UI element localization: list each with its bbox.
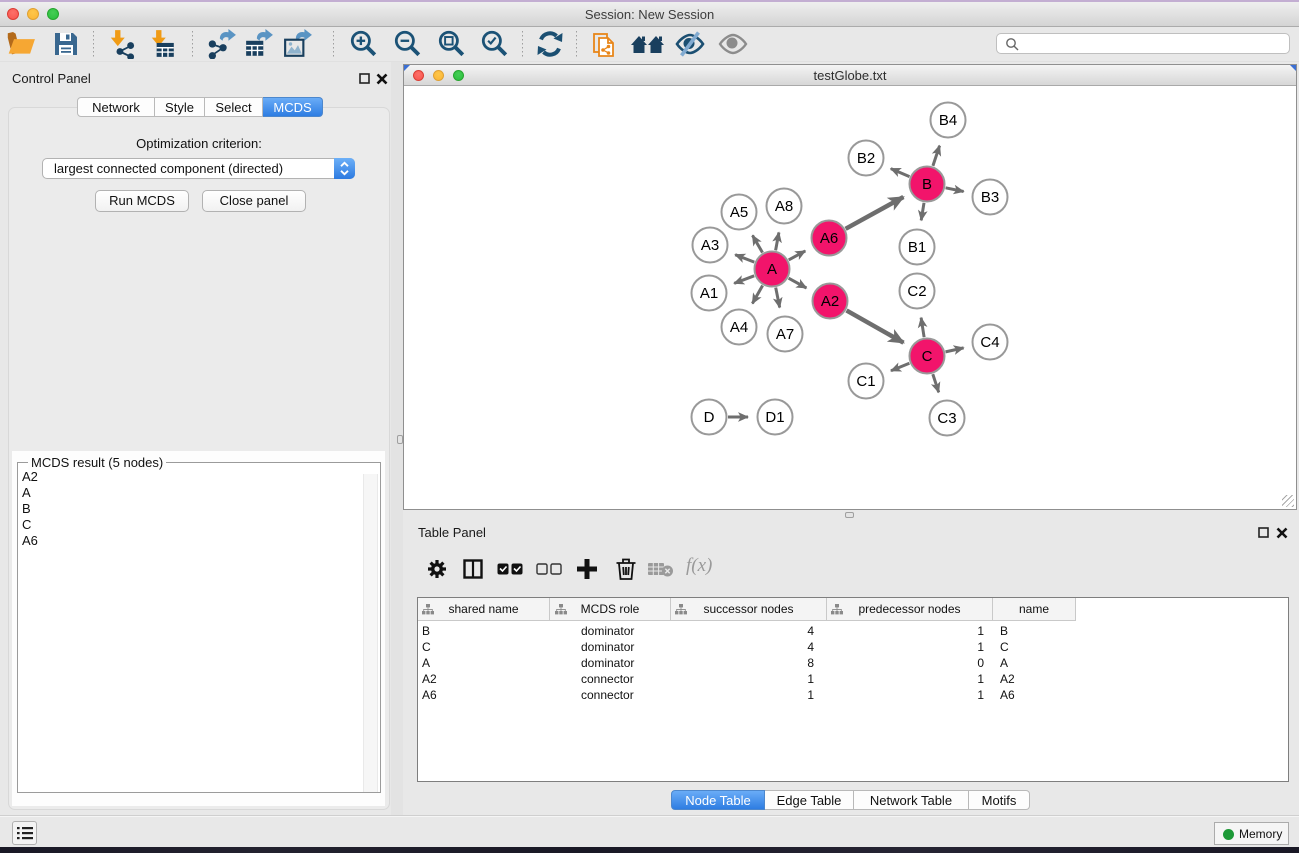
svg-text:A1: A1 — [700, 285, 718, 302]
svg-text:C4: C4 — [980, 334, 999, 351]
svg-text:A2: A2 — [821, 293, 839, 310]
svg-text:C1: C1 — [856, 373, 875, 390]
svg-text:B4: B4 — [939, 112, 957, 129]
svg-text:C: C — [922, 348, 933, 365]
svg-text:A: A — [767, 261, 777, 278]
svg-text:A6: A6 — [820, 230, 838, 247]
svg-text:A4: A4 — [730, 319, 748, 336]
svg-text:D: D — [704, 409, 715, 426]
svg-text:A3: A3 — [701, 237, 719, 254]
svg-text:C2: C2 — [907, 283, 926, 300]
svg-text:A8: A8 — [775, 198, 793, 215]
svg-text:C3: C3 — [937, 410, 956, 427]
svg-text:D1: D1 — [765, 409, 784, 426]
svg-text:B: B — [922, 176, 932, 193]
svg-text:A5: A5 — [730, 204, 748, 221]
svg-text:A7: A7 — [776, 326, 794, 343]
svg-text:B2: B2 — [857, 150, 875, 167]
svg-text:B1: B1 — [908, 239, 926, 256]
svg-text:B3: B3 — [981, 189, 999, 206]
